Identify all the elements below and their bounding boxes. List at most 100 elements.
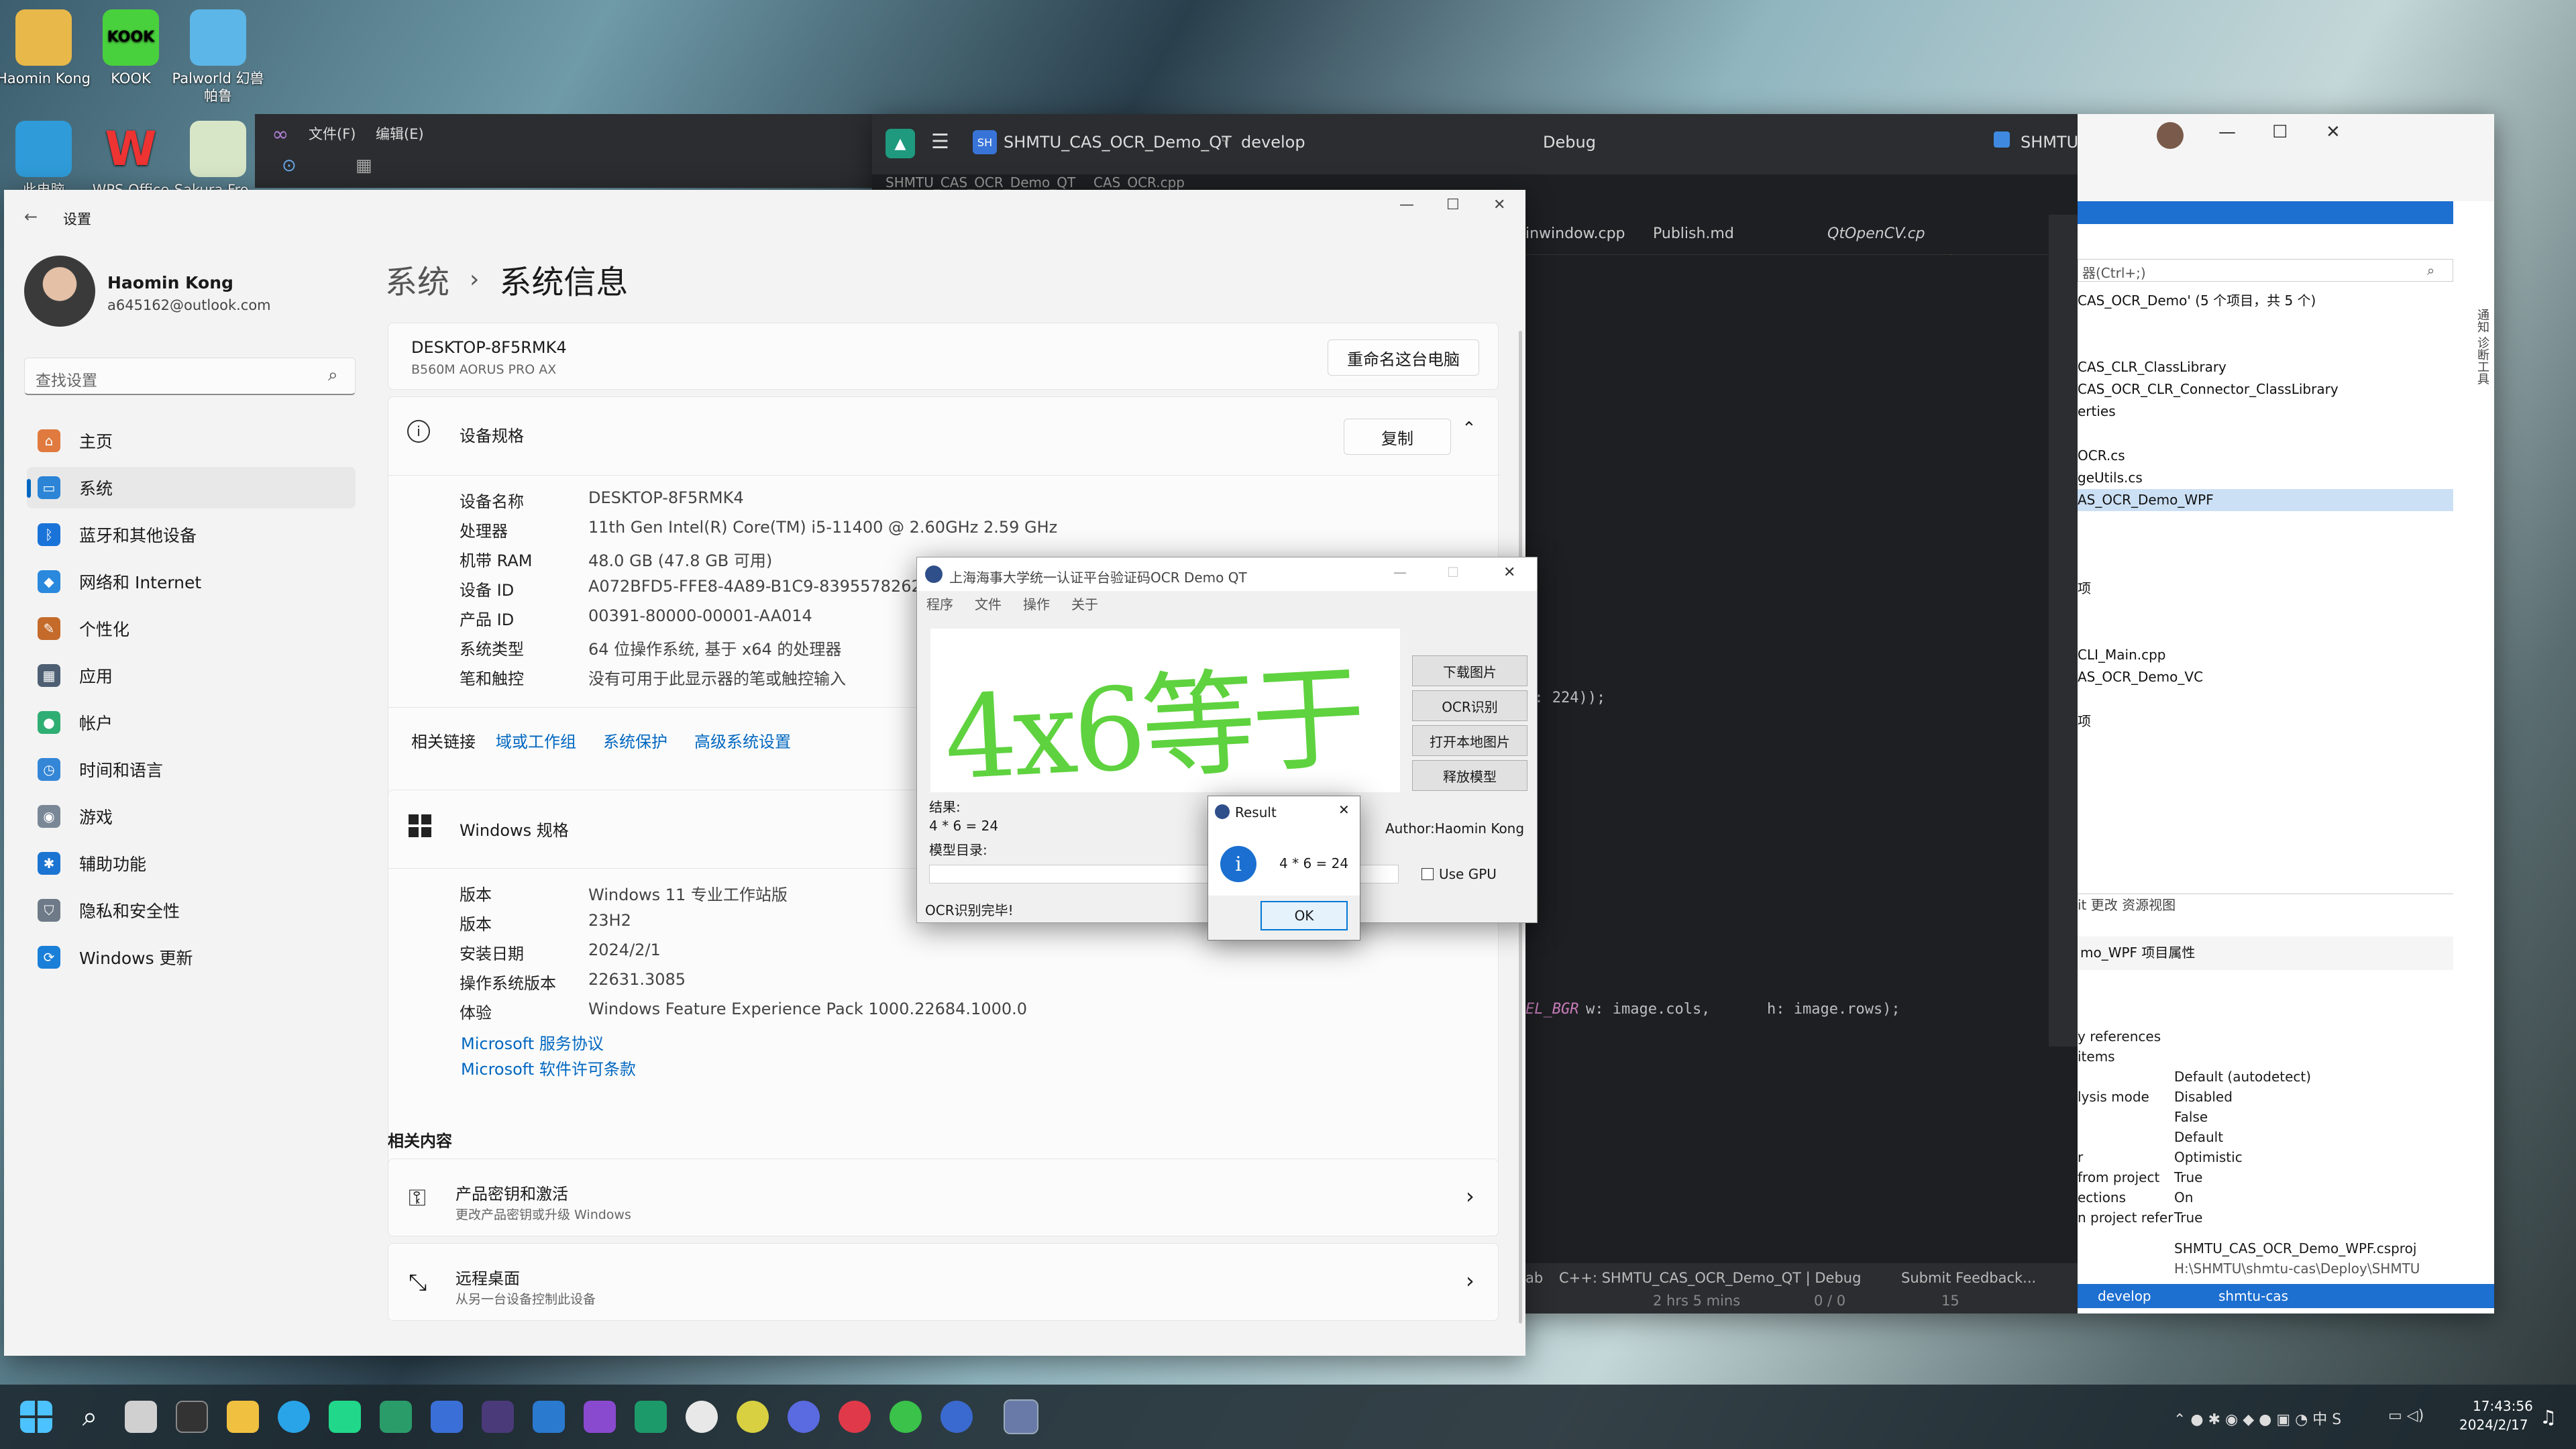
use-gpu-checkbox[interactable]: Use GPU: [1421, 866, 1497, 882]
app-icon[interactable]: [788, 1401, 820, 1433]
desktop-icon-this-pc[interactable]: 此电脑: [0, 121, 94, 199]
desktop-icon-kook[interactable]: KOOK KOOK: [80, 9, 181, 87]
nav-system[interactable]: ▭ 系统: [27, 467, 356, 508]
minimize-icon[interactable]: —: [1399, 197, 1414, 213]
close-icon[interactable]: ✕: [2326, 122, 2341, 142]
system-protection-link[interactable]: 系统保护: [603, 729, 667, 752]
download-image-button[interactable]: 下载图片: [1412, 655, 1527, 686]
wechat-icon[interactable]: [890, 1401, 922, 1433]
status-branch[interactable]: develop: [2098, 1288, 2151, 1304]
clion-nova-icon[interactable]: [635, 1401, 667, 1433]
status-config[interactable]: C++: SHMTU_CAS_OCR_Demo_QT | Debug: [1559, 1270, 1861, 1286]
back-icon[interactable]: ⊙: [282, 156, 297, 176]
clion-icon[interactable]: [380, 1401, 412, 1433]
hamburger-menu-icon[interactable]: ☰: [931, 130, 949, 154]
desktop-icon-user-folder[interactable]: Haomin Kong: [0, 9, 94, 87]
remote-desktop-card[interactable]: ⤡ 远程桌面 从另一台设备控制此设备 ›: [388, 1243, 1499, 1321]
nav-bluetooth[interactable]: ᛒ 蓝牙和其他设备: [27, 514, 356, 555]
visual-studio-icon[interactable]: [584, 1401, 616, 1433]
nav-accounts[interactable]: ● 帐户: [27, 702, 356, 743]
ocr-app-icon[interactable]: [1004, 1399, 1038, 1434]
edge-icon[interactable]: [278, 1401, 310, 1433]
nav-gaming[interactable]: ◉ 游戏: [27, 796, 356, 837]
vscode-icon[interactable]: [533, 1401, 565, 1433]
side-tool-tabs[interactable]: 通知 诊断工具: [2457, 309, 2491, 443]
tree-item[interactable]: OCR.cs: [2078, 445, 2453, 467]
feedback-link[interactable]: Submit Feedback...: [1901, 1270, 2036, 1286]
branch-selector[interactable]: develop: [1241, 133, 1305, 152]
tab-qtopencv[interactable]: QtOpenCV.cp: [1827, 225, 1925, 242]
app-store-icon[interactable]: [686, 1401, 718, 1433]
product-key-card[interactable]: ⚿ 产品密钥和激活 更改产品密钥或升级 Windows ›: [388, 1159, 1499, 1236]
vs-menu-file[interactable]: 文件(F): [309, 123, 356, 144]
menu-program[interactable]: 程序: [926, 594, 953, 613]
breadcrumb-project[interactable]: SHMTU_CAS_OCR_Demo_QT: [885, 174, 1075, 191]
tree-item[interactable]: CLI_Main.cpp: [2078, 644, 2453, 666]
minimize-icon[interactable]: —: [1393, 564, 1407, 580]
nav-time-language[interactable]: ◷ 时间和语言: [27, 749, 356, 790]
breadcrumb-root[interactable]: 系统: [385, 256, 449, 303]
solution-tree[interactable]: CAS_OCR_Demo' (5 个项目，共 5 个) CAS_CLR_Clas…: [2078, 290, 2453, 887]
app-icon[interactable]: [482, 1401, 514, 1433]
notification-bell-icon[interactable]: ♫: [2540, 1406, 2557, 1428]
nav-personalization[interactable]: ✎ 个性化: [27, 608, 356, 649]
solution-bottom-tabs[interactable]: it 更改 资源视图: [2078, 894, 2453, 914]
taskbar-time[interactable]: 17:43:56: [2473, 1398, 2533, 1414]
project-selector[interactable]: SHMTU_CAS_OCR_Demo_QT: [1004, 133, 1232, 152]
advanced-system-settings-link[interactable]: 高级系统设置: [694, 729, 791, 752]
ms-service-agreement-link[interactable]: Microsoft 服务协议: [461, 1030, 604, 1054]
close-icon[interactable]: ✕: [1503, 564, 1515, 581]
ocr-recognize-button[interactable]: OCR识别: [1412, 690, 1527, 721]
solution-search[interactable]: 器(Ctrl+;) ⌕: [2078, 259, 2453, 282]
tree-item[interactable]: CAS_CLR_ClassLibrary: [2078, 356, 2453, 378]
close-icon[interactable]: ✕: [1493, 197, 1505, 213]
minimize-icon[interactable]: —: [2218, 122, 2236, 142]
pycharm-icon[interactable]: [329, 1401, 361, 1433]
nav-home[interactable]: ⌂ 主页: [27, 420, 356, 462]
maximize-icon[interactable]: ☐: [1447, 564, 1459, 580]
release-model-button[interactable]: 释放模型: [1412, 760, 1527, 791]
app-icon[interactable]: [941, 1401, 973, 1433]
maps-icon[interactable]: [431, 1401, 463, 1433]
chevron-up-icon[interactable]: ⌃: [1462, 419, 1477, 439]
toolbar-icon[interactable]: ▦: [356, 156, 372, 176]
nav-accessibility[interactable]: ✱ 辅助功能: [27, 843, 356, 884]
tab-publish[interactable]: Publish.md: [1653, 225, 1734, 242]
tree-item[interactable]: geUtils.cs: [2078, 467, 2453, 489]
desktop-icon-palworld[interactable]: Palworld 幻兽帕鲁: [168, 9, 268, 105]
netease-music-icon[interactable]: [839, 1401, 871, 1433]
ok-button[interactable]: OK: [1260, 901, 1348, 930]
back-arrow-icon[interactable]: ←: [24, 207, 38, 226]
task-view-icon[interactable]: [125, 1401, 157, 1433]
rename-pc-button[interactable]: 重命名这台电脑: [1328, 339, 1479, 376]
properties-grid[interactable]: y references items Default (autodetect) …: [2078, 1026, 2453, 1279]
tree-item[interactable]: erties: [2078, 400, 2453, 423]
nav-windows-update[interactable]: ⟳ Windows 更新: [27, 936, 356, 978]
desktop-icon-sakura[interactable]: Sakura Fro...: [168, 121, 268, 199]
nav-privacy[interactable]: ⛉ 隐私和安全性: [27, 890, 356, 931]
tree-item-selected[interactable]: AS_OCR_Demo_WPF: [2078, 489, 2453, 511]
tree-item[interactable]: 项: [2078, 710, 2453, 733]
open-local-image-button[interactable]: 打开本地图片: [1412, 725, 1527, 756]
file-explorer-icon[interactable]: [227, 1401, 259, 1433]
breadcrumb-file[interactable]: CAS_OCR.cpp: [1093, 174, 1185, 191]
app-icon[interactable]: [737, 1401, 769, 1433]
tree-item[interactable]: 项: [2078, 578, 2453, 600]
config-selector[interactable]: Debug: [1543, 133, 1596, 152]
tab-mainwindow[interactable]: inwindow.cpp: [1525, 225, 1625, 242]
taskbar-date[interactable]: 2024/2/17: [2459, 1417, 2528, 1433]
status-repo[interactable]: shmtu-cas: [2218, 1288, 2288, 1304]
ms-license-terms-link[interactable]: Microsoft 软件许可条款: [461, 1056, 636, 1079]
avatar[interactable]: [24, 256, 95, 327]
maximize-icon[interactable]: ☐: [1446, 197, 1460, 213]
start-icon[interactable]: [20, 1401, 52, 1433]
settings-search-box[interactable]: 查找设置 ⌕: [24, 358, 356, 395]
tree-root[interactable]: CAS_OCR_Demo' (5 个项目，共 5 个): [2078, 290, 2453, 312]
system-tray-icons[interactable]: ⌃ ● ✱ ◉ ◆ ● ▣ ◔ 中 S: [2174, 1407, 2375, 1428]
nav-apps[interactable]: ▦ 应用: [27, 655, 356, 696]
desktop-icon-wps[interactable]: W WPS Office: [80, 121, 181, 199]
close-icon[interactable]: ✕: [1338, 802, 1350, 818]
maximize-icon[interactable]: ☐: [2272, 122, 2288, 142]
vs-menu-edit[interactable]: 编辑(E): [376, 123, 424, 144]
copy-button[interactable]: 复制: [1344, 419, 1451, 455]
